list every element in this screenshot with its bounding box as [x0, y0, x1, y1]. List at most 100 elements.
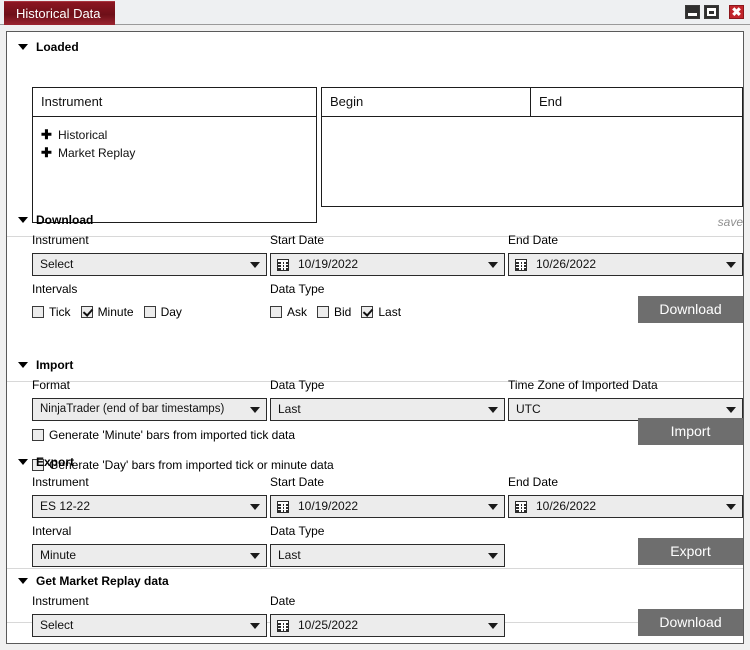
collapse-triangle-icon	[18, 43, 28, 50]
grid-column-header-begin: Begin	[322, 88, 531, 117]
chevron-down-icon	[726, 504, 736, 510]
loaded-instrument-tree[interactable]: Instrument ✚ Historical ✚ Market Replay	[32, 87, 317, 223]
tree-column-header-instrument: Instrument	[33, 88, 316, 117]
section-title-download: Download	[36, 213, 94, 227]
chevron-down-icon	[250, 262, 260, 268]
section-header-download[interactable]: Download	[18, 212, 93, 228]
import-timezone-value: UTC	[516, 402, 541, 416]
checkbox-tick[interactable]	[32, 306, 44, 318]
export-instrument-select[interactable]: ES 12-22	[32, 495, 267, 518]
label-download-start-date: Start Date	[270, 233, 325, 247]
label-replay-date: Date	[270, 594, 296, 608]
download-start-date-value: 10/19/2022	[298, 257, 359, 271]
section-title-loaded: Loaded	[36, 40, 79, 54]
historical-data-window: Historical Data ✖ Loaded Instrument ✚ His…	[0, 0, 750, 650]
section-divider	[7, 568, 743, 569]
replay-download-button[interactable]: Download	[638, 609, 743, 636]
checkbox-generate-minute-bars[interactable]	[32, 429, 44, 441]
collapse-triangle-icon	[18, 577, 28, 584]
chevron-down-icon	[488, 623, 498, 629]
collapse-triangle-icon	[18, 361, 28, 368]
export-button[interactable]: Export	[638, 538, 743, 565]
checkbox-label-day: Day	[160, 305, 182, 319]
checkbox-minute[interactable]	[80, 306, 93, 318]
close-icon: ✖	[731, 5, 742, 19]
calendar-icon	[277, 620, 289, 632]
export-data-type-select[interactable]: Last	[270, 544, 505, 567]
chevron-down-icon	[250, 504, 260, 510]
label-export-instrument: Instrument	[32, 475, 89, 489]
calendar-icon	[515, 259, 527, 271]
label-download-data-type: Data Type	[270, 282, 325, 296]
replay-instrument-select[interactable]: Select	[32, 614, 267, 637]
save-link[interactable]: save	[647, 215, 743, 229]
label-export-end-date: End Date	[508, 475, 559, 489]
checkbox-day[interactable]	[143, 306, 156, 318]
import-button[interactable]: Import	[638, 418, 743, 445]
expand-plus-icon[interactable]: ✚	[41, 126, 52, 144]
calendar-icon	[277, 259, 289, 271]
download-intervals-group: Tick Minute Day	[32, 304, 192, 320]
calendar-icon	[277, 501, 289, 513]
download-instrument-select[interactable]: Select	[32, 253, 267, 276]
loaded-date-range-grid[interactable]: Begin End	[321, 87, 743, 207]
download-instrument-value: Select	[40, 257, 74, 271]
close-button[interactable]: ✖	[729, 5, 744, 19]
label-import-format: Format	[32, 378, 71, 392]
download-data-type-group: Ask Bid Last	[270, 304, 411, 320]
chevron-down-icon	[726, 262, 736, 268]
checkbox-bid[interactable]	[317, 306, 330, 318]
import-data-type-select[interactable]: Last	[270, 398, 505, 421]
label-export-start-date: Start Date	[270, 475, 325, 489]
section-title-import: Import	[36, 358, 74, 372]
maximize-button[interactable]	[704, 5, 719, 19]
section-header-export[interactable]: Export	[18, 454, 74, 470]
checkbox-label-last: Last	[378, 305, 402, 319]
checkbox-label-generate-day-bars: Generate 'Day' bars from imported tick o…	[49, 458, 334, 472]
checkbox-last[interactable]	[361, 306, 374, 318]
tab-historical-data[interactable]: Historical Data	[4, 1, 115, 25]
tree-item-historical[interactable]: ✚ Historical	[41, 126, 107, 144]
download-end-date-picker[interactable]: 10/26/2022	[508, 253, 743, 276]
checkbox-label-minute: Minute	[97, 305, 134, 319]
chevron-down-icon	[250, 407, 260, 413]
import-generate-minute-row: Generate 'Minute' bars from imported tic…	[32, 427, 305, 443]
import-data-type-value: Last	[278, 402, 301, 416]
checkbox-label-bid: Bid	[334, 305, 352, 319]
label-import-timezone: Time Zone of Imported Data	[508, 378, 658, 392]
main-panel: Loaded Instrument ✚ Historical ✚ Market Re…	[6, 31, 744, 644]
replay-date-picker[interactable]: 10/25/2022	[270, 614, 505, 637]
calendar-icon	[515, 501, 527, 513]
chevron-down-icon	[488, 504, 498, 510]
export-start-date-value: 10/19/2022	[298, 499, 359, 513]
section-header-import[interactable]: Import	[18, 357, 73, 373]
import-format-select[interactable]: NinjaTrader (end of bar timestamps)	[32, 398, 267, 421]
section-header-loaded[interactable]: Loaded	[18, 39, 79, 55]
export-interval-value: Minute	[40, 548, 77, 562]
tree-item-market-replay[interactable]: ✚ Market Replay	[41, 144, 135, 162]
chevron-down-icon	[250, 623, 260, 629]
download-button[interactable]: Download	[638, 296, 743, 323]
label-download-instrument: Instrument	[32, 233, 89, 247]
label-download-end-date: End Date	[508, 233, 559, 247]
chevron-down-icon	[250, 553, 260, 559]
grid-column-header-end: End	[531, 88, 742, 117]
export-end-date-picker[interactable]: 10/26/2022	[508, 495, 743, 518]
chevron-down-icon	[488, 553, 498, 559]
label-export-interval: Interval	[32, 524, 72, 538]
section-header-market-replay[interactable]: Get Market Replay data	[18, 573, 169, 589]
download-start-date-picker[interactable]: 10/19/2022	[270, 253, 505, 276]
replay-instrument-value: Select	[40, 618, 74, 632]
expand-plus-icon[interactable]: ✚	[41, 144, 52, 162]
export-interval-select[interactable]: Minute	[32, 544, 267, 567]
title-bar: Historical Data ✖	[0, 0, 750, 25]
import-format-value: NinjaTrader (end of bar timestamps)	[40, 403, 225, 415]
export-start-date-picker[interactable]: 10/19/2022	[270, 495, 505, 518]
download-end-date-value: 10/26/2022	[536, 257, 597, 271]
checkbox-ask[interactable]	[270, 306, 282, 318]
export-data-type-value: Last	[278, 548, 301, 562]
label-export-data-type: Data Type	[270, 524, 325, 538]
export-end-date-value: 10/26/2022	[536, 499, 597, 513]
minimize-icon	[688, 13, 697, 16]
minimize-button[interactable]	[685, 5, 700, 19]
